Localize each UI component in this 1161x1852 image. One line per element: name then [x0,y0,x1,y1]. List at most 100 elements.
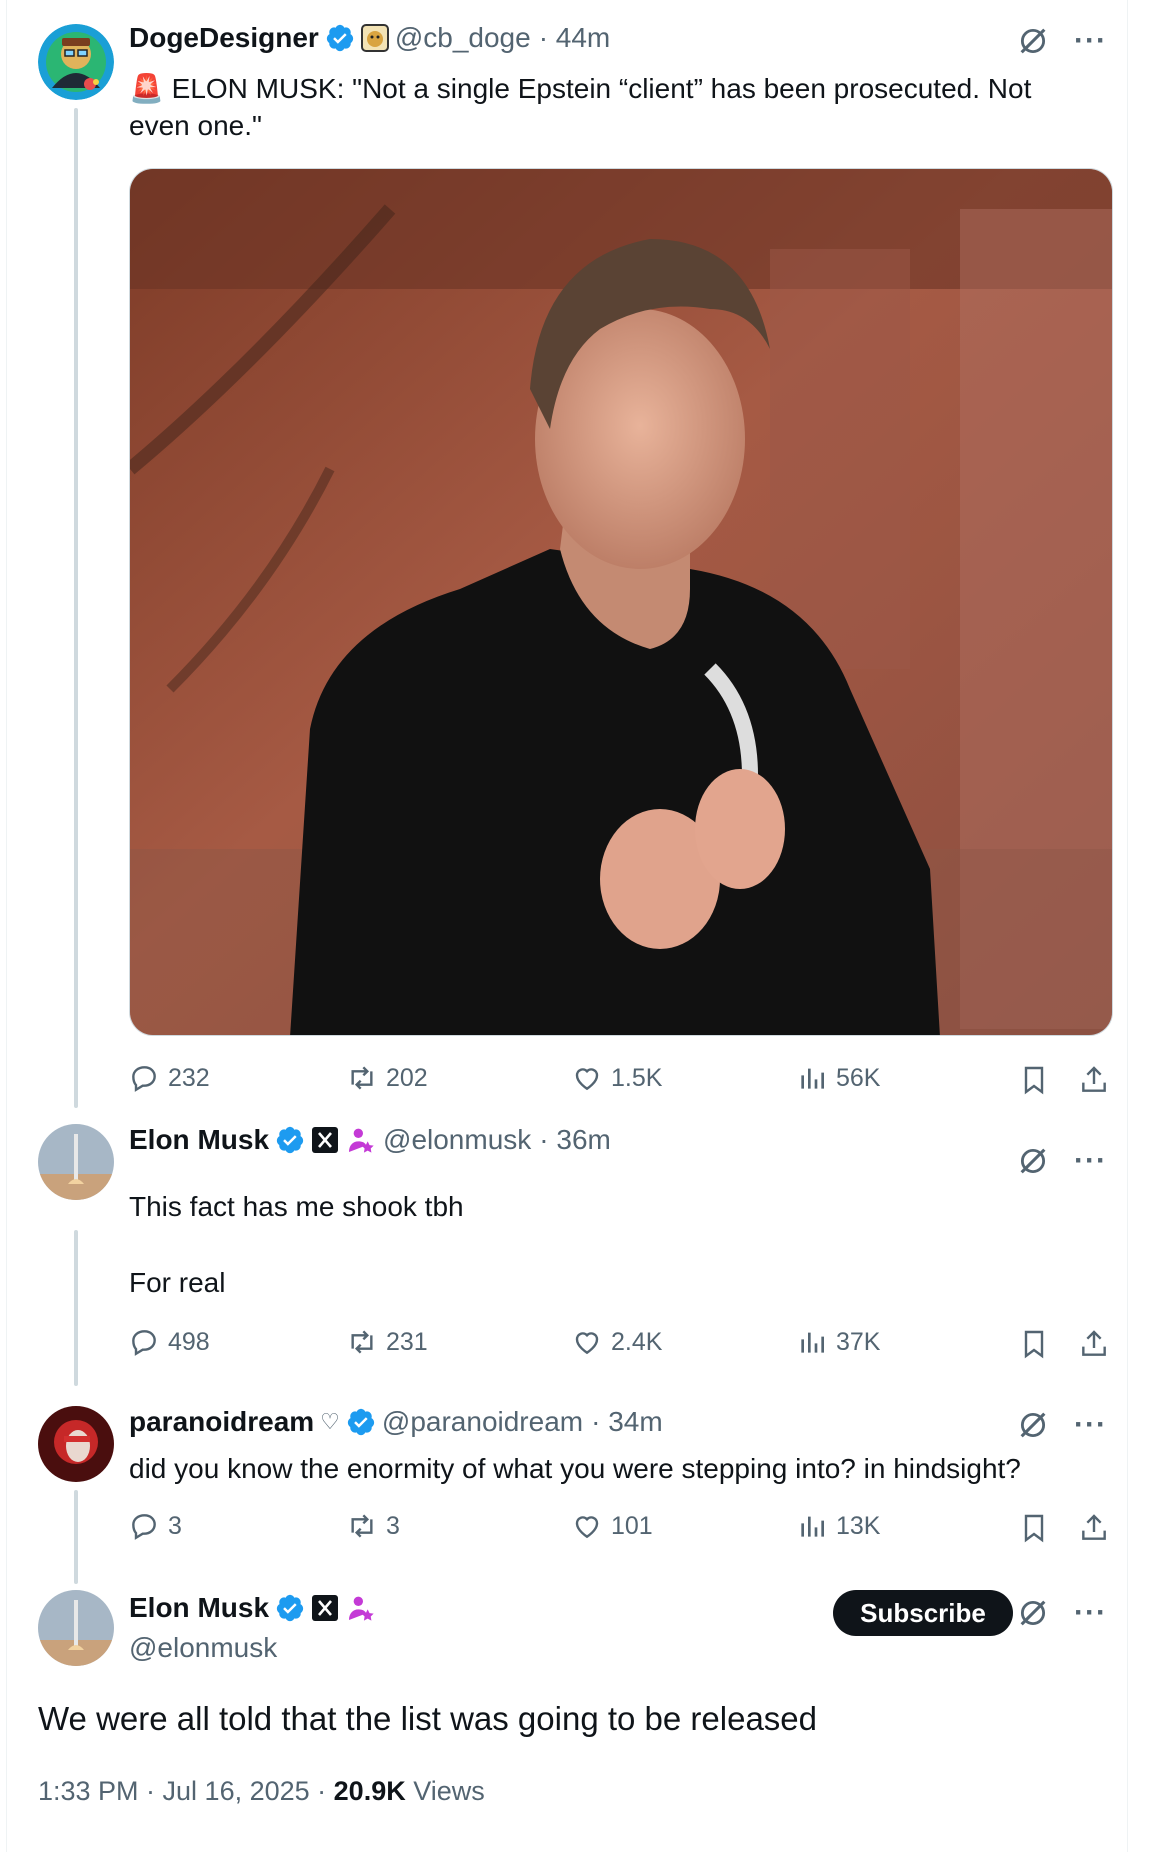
author-handle[interactable]: @elonmusk [383,1124,531,1156]
avatar[interactable] [38,1406,114,1482]
heart-icon [575,1068,599,1091]
repost-count: 3 [386,1511,400,1540]
doge-affiliate-icon[interactable] [360,24,389,52]
avatar[interactable] [38,1124,114,1200]
verified-badge-icon[interactable] [325,23,355,53]
thread-line [74,1490,78,1584]
tweet-meta: 1:33 PM · Jul 16, 2025 · 20.9K Views [38,1776,485,1807]
like-button[interactable]: 2.4K [571,1326,662,1358]
tweet-text: did you know the enormity of what you we… [129,1453,1021,1484]
verified-badge-icon[interactable] [346,1407,376,1437]
views-label: Views [405,1776,485,1806]
repost-button[interactable]: 3 [346,1510,400,1542]
main-tweet-text: We were all told that the list was going… [38,1700,817,1737]
subscribe-button[interactable]: Subscribe [833,1590,1013,1636]
tweet-photo[interactable] [129,168,1113,1036]
tweet-tools: ··· [1016,1144,1107,1178]
like-button[interactable]: 1.5K [571,1062,662,1094]
avatar[interactable] [38,1590,114,1666]
tweet-header: Elon Musk @elonmusk · 36m [129,1124,611,1156]
affiliate-person-icon[interactable] [345,1124,377,1156]
author-handle[interactable]: @elonmusk [129,1632,277,1664]
repost-button[interactable]: 231 [346,1326,428,1358]
tweet-tools: ··· [1016,1408,1107,1442]
repost-icon [351,1330,373,1354]
reply-icon [132,1066,156,1092]
tweet-actions: 498 231 2.4K 37K [128,1326,1112,1366]
view-count: 37K [836,1327,881,1356]
author-handle[interactable]: @cb_doge [395,22,531,54]
timestamp[interactable]: · 34m [591,1406,663,1438]
x-logo-icon[interactable] [311,1126,339,1154]
view-count: 13K [836,1511,881,1540]
tweet-tools: ··· [1016,24,1107,58]
grok-icon[interactable] [1016,24,1050,58]
author-name[interactable]: Elon Musk [129,1124,269,1156]
views-count: 20.9K [333,1776,406,1806]
thread-line [74,1230,78,1386]
heart-icon [575,1332,599,1355]
grok-icon[interactable] [1016,1144,1050,1178]
share-icon[interactable] [1078,1064,1110,1096]
analytics-icon [801,1068,824,1089]
grok-icon[interactable] [1016,1596,1050,1630]
reply-count: 232 [168,1063,210,1092]
more-options-icon[interactable]: ··· [1074,26,1107,56]
repost-icon [351,1066,373,1090]
affiliate-person-icon[interactable] [345,1592,377,1624]
author-name[interactable]: DogeDesigner [129,22,319,54]
bookmark-icon[interactable] [1018,1064,1050,1096]
tweet-header: Elon Musk [129,1592,377,1624]
bookmark-icon[interactable] [1018,1328,1050,1360]
like-count: 101 [611,1511,653,1540]
tweet-actions: 232 202 1.5K 56K [128,1062,1112,1102]
views-button[interactable]: 13K [796,1510,880,1542]
like-count: 2.4K [611,1327,663,1356]
author-handle[interactable]: @paranoidream [382,1406,583,1438]
author-name[interactable]: Elon Musk [129,1592,269,1624]
reply-button[interactable]: 498 [128,1326,210,1358]
tweet-header: DogeDesigner @cb_doge · 44m [129,22,610,54]
tweet-header: paranoidream ♡ @paranoidream · 34m [129,1406,663,1438]
tweet-tools: ··· [1016,1596,1107,1630]
avatar[interactable] [38,24,114,100]
reply-count: 498 [168,1327,210,1356]
x-logo-icon[interactable] [311,1594,339,1622]
grok-icon[interactable] [1016,1408,1050,1442]
tweet-text: 🚨 ELON MUSK: "Not a single Epstein “clie… [129,70,1089,144]
view-count: 56K [836,1063,881,1092]
reply-button[interactable]: 3 [128,1510,182,1542]
tweet-text: For real [129,1267,226,1298]
verified-badge-icon[interactable] [275,1593,305,1623]
repost-icon [351,1514,373,1538]
tweet-actions: 3 3 101 13K [128,1510,1112,1550]
repost-count: 202 [386,1063,428,1092]
views-button[interactable]: 56K [796,1062,880,1094]
posted-time[interactable]: 1:33 PM · Jul 16, 2025 · [38,1776,334,1806]
share-icon[interactable] [1078,1512,1110,1544]
tweet-text: This fact has me shook tbh [129,1191,464,1222]
more-options-icon[interactable]: ··· [1074,1598,1107,1628]
analytics-icon [801,1516,824,1537]
thread-line [74,108,78,1108]
siren-emoji: 🚨 [129,73,164,104]
reply-icon [132,1330,156,1356]
author-name[interactable]: paranoidream [129,1406,314,1438]
repost-button[interactable]: 202 [346,1062,428,1094]
verified-badge-icon[interactable] [275,1125,305,1155]
reply-count: 3 [168,1511,182,1540]
more-options-icon[interactable]: ··· [1074,1146,1107,1176]
analytics-icon [801,1332,824,1353]
reply-button[interactable]: 232 [128,1062,210,1094]
heart-symbol: ♡ [320,1409,340,1434]
views-button[interactable]: 37K [796,1326,880,1358]
like-button[interactable]: 101 [571,1510,653,1542]
repost-count: 231 [386,1327,428,1356]
share-icon[interactable] [1078,1328,1110,1360]
bookmark-icon[interactable] [1018,1512,1050,1544]
timestamp[interactable]: · 44m [539,22,611,54]
timestamp[interactable]: · 36m [539,1124,611,1156]
tweet-body: ELON MUSK: "Not a single Epstein “client… [129,73,1032,141]
like-count: 1.5K [611,1063,663,1092]
more-options-icon[interactable]: ··· [1074,1410,1107,1440]
